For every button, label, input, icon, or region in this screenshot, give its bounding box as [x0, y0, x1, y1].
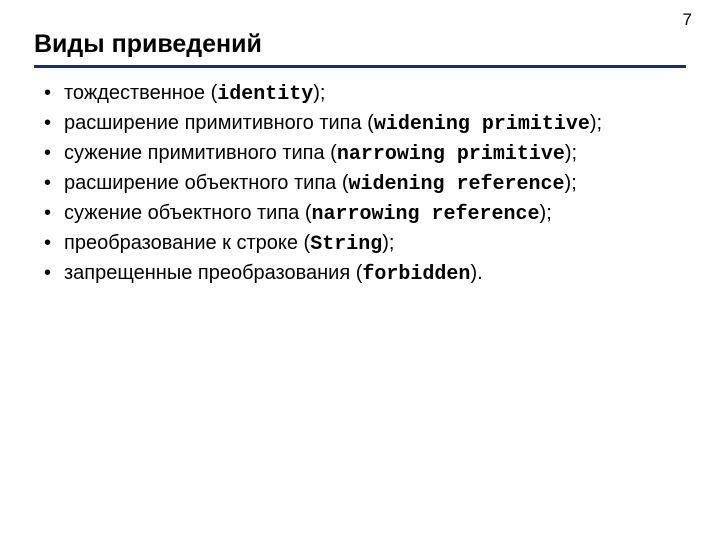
list-item: запрещенные преобразования (forbidden).: [38, 260, 686, 288]
item-term: narrowing reference: [312, 203, 540, 226]
list-item: сужение примитивного типа (narrowing pri…: [38, 140, 686, 168]
item-text: );: [590, 112, 602, 134]
item-text: );: [313, 82, 325, 104]
page-number: 7: [683, 10, 692, 30]
item-text: расширение объектного типа (: [64, 172, 348, 194]
item-text: ).: [470, 262, 482, 284]
item-text: сужение объектного типа (: [64, 202, 312, 224]
item-text: расширение примитивного типа (: [64, 112, 374, 134]
bullet-list: тождественное (identity); расширение при…: [34, 80, 686, 288]
item-text: );: [382, 232, 394, 254]
item-term: widening primitive: [374, 113, 590, 136]
list-item: сужение объектного типа (narrowing refer…: [38, 200, 686, 228]
item-text: запрещенные преобразования (: [64, 262, 362, 284]
item-text: );: [565, 142, 577, 164]
item-term: widening reference: [348, 173, 564, 196]
list-item: расширение объектного типа (widening ref…: [38, 170, 686, 198]
item-text: сужение примитивного типа (: [64, 142, 337, 164]
item-term: String: [310, 233, 382, 256]
item-text: тождественное (: [64, 82, 217, 104]
item-text: );: [565, 172, 577, 194]
list-item: тождественное (identity);: [38, 80, 686, 108]
slide: Виды приведений тождественное (identity)…: [0, 0, 720, 288]
item-term: identity: [217, 83, 313, 106]
item-text: );: [540, 202, 552, 224]
item-term: narrowing primitive: [337, 143, 565, 166]
slide-title: Виды приведений: [34, 30, 686, 68]
item-text: преобразование к строке (: [64, 232, 310, 254]
item-term: forbidden: [362, 263, 470, 286]
list-item: расширение примитивного типа (widening p…: [38, 110, 686, 138]
list-item: преобразование к строке (String);: [38, 230, 686, 258]
